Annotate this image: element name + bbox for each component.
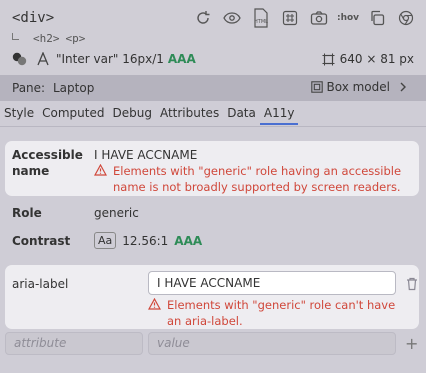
tab-style[interactable]: Style (0, 103, 38, 125)
trash-icon[interactable] (406, 276, 418, 295)
accessible-name-value: I HAVE ACCNAME (94, 148, 198, 162)
aria-label-warning: Elements with "generic" role can't have … (148, 297, 395, 329)
box-model-icon (310, 81, 323, 93)
font-description: "Inter var" 16px/1 (56, 52, 164, 66)
dimensions-icon (322, 53, 335, 65)
pane-label: Pane: (12, 81, 46, 95)
contrast-ratio: 12.56:1 (122, 233, 169, 248)
box-model-label: Box model (326, 80, 391, 94)
copy-icon[interactable] (367, 8, 387, 28)
warning-line: name is not broadly supported by screen … (113, 180, 401, 194)
accessible-name-warning: Elements with "generic" role having an a… (94, 163, 401, 195)
breadcrumb-corner-icon (12, 33, 19, 40)
chevron-right-icon (400, 82, 406, 92)
warning-icon (94, 164, 107, 176)
tab-bar: Style Computed Debug Attributes Data A11… (0, 103, 299, 125)
contrast-sample: Aa (94, 232, 117, 249)
svg-text:HTML: HTML (254, 19, 268, 25)
toolbar: HTML :hov (193, 8, 416, 28)
pane-select[interactable]: Laptop (53, 81, 94, 95)
reload-icon[interactable] (193, 8, 213, 28)
warning-line: Elements with "generic" role can't have (167, 298, 396, 312)
hov-icon[interactable]: :hov (337, 8, 359, 28)
contrast-rating-badge: AAA (174, 233, 203, 248)
contrast-value: Aa 12.56:1 AAA (94, 232, 202, 249)
html-icon[interactable]: HTML (251, 8, 271, 28)
warning-icon (148, 298, 161, 310)
element-tag: <div> (12, 10, 55, 26)
accessible-name-label-line2: name (12, 164, 50, 178)
font-info: "Inter var" 16px/1 AAA (12, 52, 196, 66)
breadcrumb-item[interactable]: <p> (66, 32, 86, 45)
warning-line: an aria-label. (167, 314, 243, 328)
grid-icon[interactable] (280, 8, 300, 28)
box-model-toggle[interactable]: Box model (310, 80, 409, 94)
contrast-label: Contrast (12, 234, 71, 248)
tab-divider (0, 126, 426, 127)
tab-computed[interactable]: Computed (38, 103, 108, 125)
element-dimensions: 640 × 81 px (322, 52, 414, 66)
eye-icon[interactable] (222, 8, 242, 28)
tab-attributes[interactable]: Attributes (156, 103, 223, 125)
dimensions-text: 640 × 81 px (339, 52, 414, 66)
tab-data[interactable]: Data (223, 103, 260, 125)
camera-icon[interactable] (309, 8, 329, 28)
tab-a11y[interactable]: A11y (259, 103, 299, 125)
role-label: Role (12, 206, 42, 220)
breadcrumb-item[interactable]: <h2> (33, 32, 60, 45)
font-icon (37, 52, 49, 66)
new-attribute-input[interactable]: attribute (5, 332, 143, 355)
color-swatch-icon (12, 52, 27, 66)
aria-label-attribute-name[interactable]: aria-label (12, 277, 68, 291)
font-rating-badge: AAA (167, 52, 196, 66)
new-value-input[interactable]: value (148, 332, 396, 355)
inspector-header: <div> <h2> <p> HTML :hov "Inter var" 16px… (0, 0, 426, 75)
chrome-icon[interactable] (396, 8, 416, 28)
tab-debug[interactable]: Debug (108, 103, 155, 125)
breadcrumb: <h2> <p> (12, 32, 85, 45)
aria-label-input[interactable]: I HAVE ACCNAME (148, 271, 396, 295)
role-value: generic (94, 206, 139, 220)
accessible-name-label: Accessible (12, 148, 83, 162)
warning-line: Elements with "generic" role having an a… (113, 164, 402, 178)
add-attribute-icon[interactable]: + (405, 334, 418, 353)
pane-bar: Pane: Laptop Box model (0, 75, 426, 101)
